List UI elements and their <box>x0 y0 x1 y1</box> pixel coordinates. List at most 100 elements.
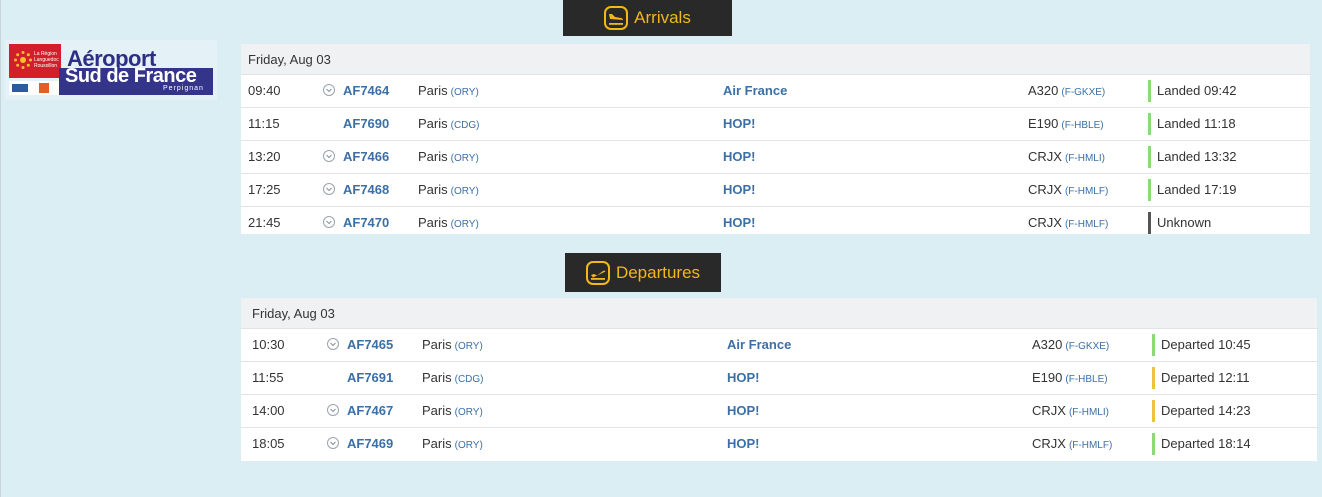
expand-chevron-icon[interactable] <box>327 404 339 416</box>
destination: Paris (ORY) <box>422 395 483 427</box>
aircraft: E190 (F-HBLE) <box>1028 108 1104 140</box>
aircraft-registration-link[interactable]: (F-HMLI) <box>1065 153 1105 164</box>
flight-number-link[interactable]: AF7691 <box>347 362 393 394</box>
destination-city: Paris <box>418 182 448 197</box>
aircraft-registration-link[interactable]: (F-HMLI) <box>1069 407 1109 418</box>
flight-number-link[interactable]: AF7469 <box>347 428 393 460</box>
departures-board: Friday, Aug 03 10:30 AF7465 Paris (ORY) Air … <box>241 298 1317 461</box>
airport-code-link[interactable]: (ORY) <box>451 87 479 98</box>
left-border <box>0 0 1 497</box>
destination-city: Paris <box>422 436 452 451</box>
aircraft: CRJX (F-HMLI) <box>1028 141 1105 173</box>
flight-status: Departed 12:11 <box>1161 370 1250 385</box>
arrivals-rows: 09:40 AF7464 Paris (ORY) Air France A320 (F-GK… <box>241 74 1310 239</box>
aircraft-registration-link[interactable]: (F-HMLF) <box>1065 186 1108 197</box>
airline-link[interactable]: HOP! <box>723 207 756 239</box>
airport-code-link[interactable]: (ORY) <box>451 153 479 164</box>
destination: Paris (ORY) <box>422 329 483 361</box>
flight-row[interactable]: 09:40 AF7464 Paris (ORY) Air France A320 (F-GK… <box>241 74 1310 107</box>
airline-link[interactable]: Air France <box>723 75 787 107</box>
aircraft-type: CRJX <box>1028 182 1062 197</box>
expand-chevron-icon[interactable] <box>323 183 335 195</box>
flight-time: 11:55 <box>252 370 284 385</box>
flight-number-link[interactable]: AF7468 <box>343 174 389 206</box>
flight-number-link[interactable]: AF7470 <box>343 207 389 239</box>
flight-row[interactable]: 17:25 AF7468 Paris (ORY) HOP! CRJX (F-HMLF) Lan… <box>241 173 1310 206</box>
flight-time: 21:45 <box>248 215 281 230</box>
flight-row[interactable]: 11:55 AF7691 Paris (CDG) HOP! E190 (F-HBLE) Dep… <box>241 361 1317 394</box>
airline-link[interactable]: HOP! <box>723 108 756 140</box>
departures-date: Friday, Aug 03 <box>241 298 1317 328</box>
flight-row[interactable]: 14:00 AF7467 Paris (ORY) HOP! CRJX (F-HMLI) Dep… <box>241 394 1317 427</box>
region-text: La Région Languedoc Roussillon <box>34 51 59 69</box>
destination: Paris (ORY) <box>418 141 479 173</box>
aircraft-type: A320 <box>1028 83 1059 98</box>
aircraft: CRJX (F-HMLF) <box>1032 428 1112 460</box>
flight-number-link[interactable]: AF7465 <box>347 329 393 361</box>
aircraft: CRJX (F-HMLF) <box>1028 207 1108 239</box>
flight-time: 11:15 <box>248 116 280 131</box>
aircraft-registration-link[interactable]: (F-GKXE) <box>1065 341 1109 352</box>
destination: Paris (ORY) <box>418 75 479 107</box>
flight-row[interactable]: 11:15 AF7690 Paris (CDG) HOP! E190 (F-HBLE) Lan… <box>241 107 1310 140</box>
destination-city: Paris <box>418 83 448 98</box>
airport-code-link[interactable]: (ORY) <box>455 440 483 451</box>
airline-link[interactable]: HOP! <box>723 174 756 206</box>
flight-number-link[interactable]: AF7467 <box>347 395 393 427</box>
aircraft: CRJX (F-HMLI) <box>1032 395 1109 427</box>
flight-time: 10:30 <box>252 337 285 352</box>
partner-logo-blue <box>12 84 28 92</box>
flight-row[interactable]: 21:45 AF7470 Paris (ORY) HOP! CRJX (F-HMLF) Unk… <box>241 206 1310 239</box>
flight-status: Landed 09:42 <box>1157 83 1237 98</box>
flight-row[interactable]: 10:30 AF7465 Paris (ORY) Air France A320 (F-GK… <box>241 328 1317 361</box>
airport-logo[interactable]: La Région Languedoc Roussillon Aéroport … <box>5 40 217 100</box>
flight-time: 14:00 <box>252 403 285 418</box>
destination-city: Paris <box>418 116 448 131</box>
expand-chevron-icon[interactable] <box>327 437 339 449</box>
airport-code-link[interactable]: (ORY) <box>451 186 479 197</box>
arrivals-title: Arrivals <box>634 8 691 27</box>
arrivals-header: Arrivals <box>563 0 732 36</box>
flight-row[interactable]: 13:20 AF7466 Paris (ORY) HOP! CRJX (F-HMLI) Lan… <box>241 140 1310 173</box>
flight-number-link[interactable]: AF7464 <box>343 75 389 107</box>
flight-time: 17:25 <box>248 182 281 197</box>
aircraft-registration-link[interactable]: (F-HMLF) <box>1065 219 1108 230</box>
aircraft-registration-link[interactable]: (F-GKXE) <box>1061 87 1105 98</box>
flight-time: 09:40 <box>248 83 281 98</box>
flight-number-link[interactable]: AF7690 <box>343 108 389 140</box>
aircraft-type: CRJX <box>1028 149 1062 164</box>
flight-row[interactable]: 18:05 AF7469 Paris (ORY) HOP! CRJX (F-HMLF) Dep… <box>241 427 1317 460</box>
destination-city: Paris <box>422 403 452 418</box>
airport-code-link[interactable]: (ORY) <box>451 219 479 230</box>
expand-chevron-icon[interactable] <box>323 150 335 162</box>
flight-status: Departed 18:14 <box>1161 436 1251 451</box>
expand-chevron-icon[interactable] <box>327 338 339 350</box>
destination: Paris (CDG) <box>422 362 484 394</box>
partner-logo-orange <box>39 83 49 93</box>
flight-number-link[interactable]: AF7466 <box>343 141 389 173</box>
airline-link[interactable]: Air France <box>727 329 791 361</box>
airline-link[interactable]: HOP! <box>727 395 760 427</box>
destination-city: Paris <box>422 337 452 352</box>
flight-status: Landed 17:19 <box>1157 182 1237 197</box>
logo-line2: Sud de France <box>65 65 197 87</box>
aircraft-registration-link[interactable]: (F-HMLF) <box>1069 440 1112 451</box>
destination-city: Paris <box>418 215 448 230</box>
aircraft-type: CRJX <box>1032 403 1066 418</box>
airport-code-link[interactable]: (ORY) <box>455 407 483 418</box>
airport-code-link[interactable]: (CDG) <box>455 374 484 385</box>
flight-status: Landed 13:32 <box>1157 149 1237 164</box>
aircraft: CRJX (F-HMLF) <box>1028 174 1108 206</box>
aircraft-registration-link[interactable]: (F-HBLE) <box>1065 374 1107 385</box>
flight-status: Departed 14:23 <box>1161 403 1251 418</box>
expand-chevron-icon[interactable] <box>323 84 335 96</box>
airline-link[interactable]: HOP! <box>723 141 756 173</box>
aircraft-type: E190 <box>1032 370 1063 385</box>
airport-code-link[interactable]: (ORY) <box>455 341 483 352</box>
airline-link[interactable]: HOP! <box>727 428 760 460</box>
expand-chevron-icon[interactable] <box>323 216 335 228</box>
aircraft-registration-link[interactable]: (F-HBLE) <box>1061 120 1103 131</box>
plane-landing-icon <box>604 6 629 30</box>
airline-link[interactable]: HOP! <box>727 362 760 394</box>
airport-code-link[interactable]: (CDG) <box>451 120 480 131</box>
